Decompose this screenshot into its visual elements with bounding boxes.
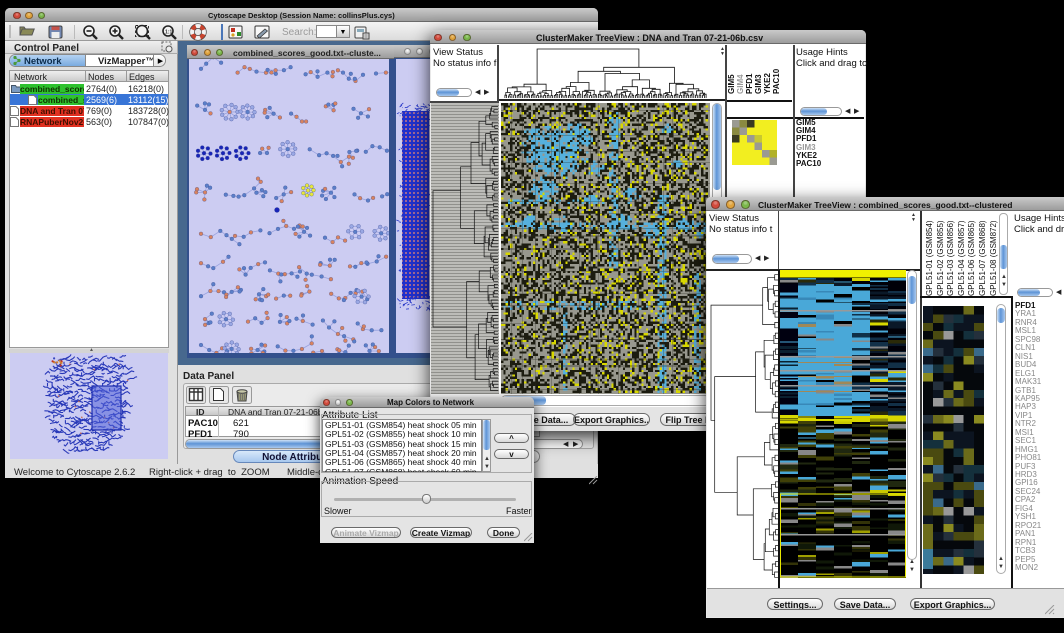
svg-text:1:1: 1:1 (165, 29, 172, 35)
